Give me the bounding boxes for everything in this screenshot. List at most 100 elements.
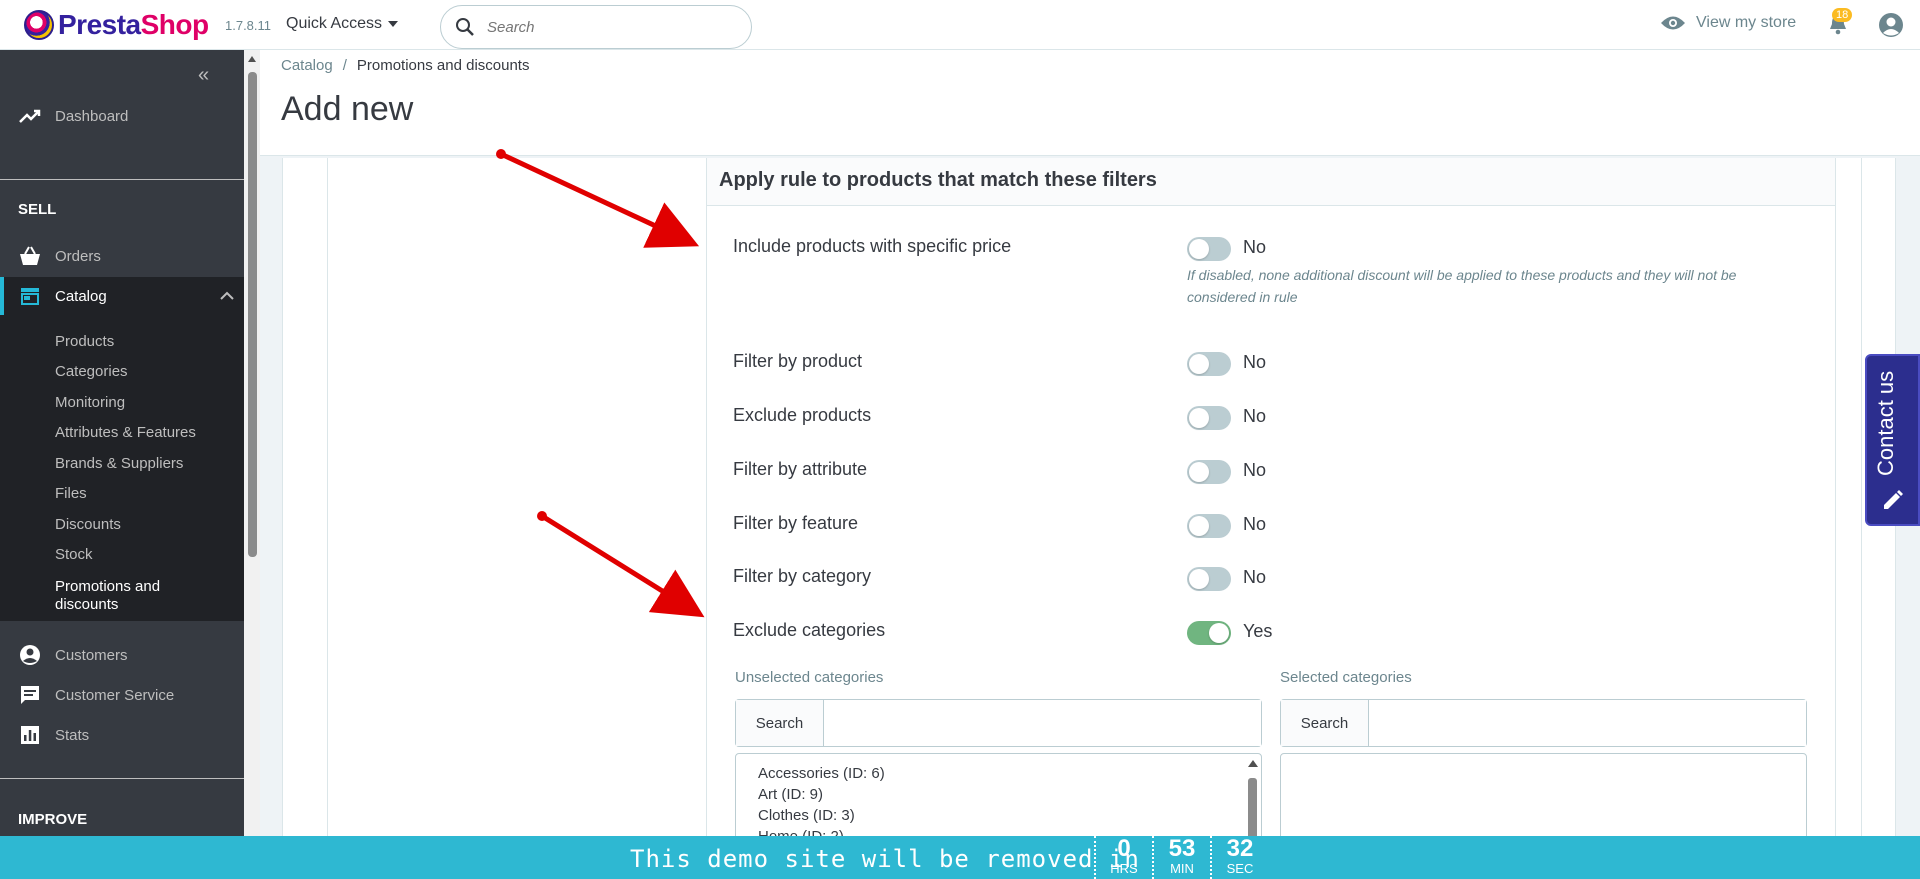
submenu-item-categories[interactable]: Categories bbox=[55, 363, 235, 381]
collapse-sidebar-icon[interactable]: « bbox=[198, 64, 209, 87]
sidebar-item-label: Customers bbox=[55, 646, 128, 664]
toggle-state: No bbox=[1243, 352, 1267, 372]
exclude-products-toggle[interactable] bbox=[1187, 406, 1231, 430]
selected-categories-label: Selected categories bbox=[1280, 669, 1412, 686]
filter-label: Exclude categories bbox=[733, 620, 886, 640]
filter-by-product-toggle[interactable] bbox=[1187, 352, 1231, 376]
basket-icon bbox=[18, 244, 42, 268]
hours-value: 0 bbox=[1117, 835, 1131, 862]
hours-unit: HRS bbox=[1110, 861, 1138, 876]
banner-text: This demo site will be removed in bbox=[630, 845, 1140, 873]
eye-icon bbox=[1661, 16, 1685, 30]
sidebar-item-orders[interactable]: Orders bbox=[0, 243, 244, 269]
filter-label: Filter by feature bbox=[733, 513, 859, 533]
help-text: If disabled, none additional discount wi… bbox=[1187, 267, 1737, 305]
unselected-search-input[interactable] bbox=[824, 700, 1261, 746]
minutes-unit: MIN bbox=[1170, 861, 1194, 876]
user-avatar-icon[interactable] bbox=[1878, 12, 1904, 38]
list-item[interactable]: Art (ID: 9) bbox=[758, 786, 823, 803]
filter-by-attribute-toggle[interactable] bbox=[1187, 460, 1231, 484]
toggle-state: No bbox=[1243, 406, 1267, 426]
filter-label: Filter by attribute bbox=[733, 459, 868, 479]
submenu-item-brands-suppliers[interactable]: Brands & Suppliers bbox=[55, 455, 235, 473]
page-header: Catalog / Promotions and discounts Add n… bbox=[260, 50, 1920, 156]
sidebar-item-stats[interactable]: Stats bbox=[0, 722, 244, 748]
account-circle-icon bbox=[18, 643, 42, 667]
view-store-label: View my store bbox=[1696, 14, 1797, 31]
filter-label: Filter by product bbox=[733, 351, 863, 371]
top-header: PrestaShop 1.7.8.11 Quick Access View my… bbox=[0, 0, 1920, 50]
trending-up-icon bbox=[18, 104, 42, 128]
contact-us-label: Contact us bbox=[1873, 370, 1898, 476]
sidebar-section-improve: IMPROVE bbox=[18, 811, 88, 828]
header-search[interactable] bbox=[440, 5, 752, 49]
contact-us-button[interactable]: Contact us bbox=[1865, 354, 1920, 526]
exclude-categories-toggle[interactable] bbox=[1187, 621, 1231, 645]
store-icon bbox=[18, 284, 42, 308]
panel-border bbox=[327, 158, 328, 858]
countdown-minutes: 53 MIN bbox=[1152, 836, 1210, 879]
quick-access-label: Quick Access bbox=[286, 15, 383, 32]
filters-panel-title: Apply rule to products that match these … bbox=[707, 158, 1835, 206]
page-title: Add new bbox=[281, 90, 414, 128]
logo-text: PrestaShop bbox=[58, 9, 209, 40]
search-addon: Search bbox=[1281, 700, 1369, 746]
submenu-item-files[interactable]: Files bbox=[55, 485, 235, 503]
search-input[interactable] bbox=[487, 18, 727, 36]
unselected-search-group: Search bbox=[735, 699, 1262, 747]
filter-label: Filter by category bbox=[733, 566, 872, 586]
notification-badge: 18 bbox=[1832, 8, 1853, 22]
sidebar-item-label: Catalog bbox=[55, 287, 107, 305]
panel-border bbox=[1861, 158, 1862, 858]
filter-by-feature-toggle[interactable] bbox=[1187, 514, 1231, 538]
search-icon bbox=[456, 18, 474, 36]
version-label: 1.7.8.11 bbox=[225, 18, 272, 33]
minutes-value: 53 bbox=[1168, 835, 1196, 862]
sidebar-item-customers[interactable]: Customers bbox=[0, 642, 244, 668]
list-item[interactable]: Clothes (ID: 3) bbox=[758, 807, 855, 824]
submenu-item-monitoring[interactable]: Monitoring bbox=[55, 394, 235, 412]
caret-down-icon bbox=[388, 21, 399, 27]
list-item[interactable]: Accessories (ID: 6) bbox=[758, 765, 885, 782]
scroll-up-arrow-icon[interactable] bbox=[1248, 760, 1258, 767]
sidebar-item-customer-service[interactable]: Customer Service bbox=[0, 682, 244, 708]
submenu-item-products[interactable]: Products bbox=[55, 333, 235, 351]
quick-access-dropdown[interactable]: Quick Access bbox=[286, 15, 399, 33]
selected-search-input[interactable] bbox=[1369, 700, 1806, 746]
pencil-icon bbox=[1884, 490, 1903, 509]
toggle-state: No bbox=[1243, 567, 1267, 587]
breadcrumb-current: Promotions and discounts bbox=[356, 57, 530, 74]
breadcrumb: Catalog / Promotions and discounts bbox=[281, 57, 529, 74]
sidebar-divider bbox=[0, 778, 244, 779]
specific-price-toggle[interactable] bbox=[1187, 237, 1231, 261]
sidebar-item-catalog[interactable]: Catalog bbox=[0, 277, 244, 315]
submenu-item-promotions-discounts[interactable]: Promotions and discounts bbox=[55, 578, 185, 614]
scroll-up-arrow-icon[interactable] bbox=[248, 56, 256, 62]
sidebar-item-label: Stats bbox=[55, 726, 90, 744]
sidebar-scrollbar[interactable] bbox=[244, 50, 260, 836]
prestashop-logo[interactable]: PrestaShop bbox=[24, 9, 209, 41]
submenu-item-discounts[interactable]: Discounts bbox=[55, 516, 235, 534]
catalog-submenu: Products Categories Monitoring Attribute… bbox=[0, 315, 244, 621]
unselected-categories-label: Unselected categories bbox=[735, 669, 884, 686]
view-my-store-link[interactable]: View my store bbox=[1660, 14, 1796, 32]
sidebar-item-label: Dashboard bbox=[55, 107, 129, 125]
scrollbar-thumb[interactable] bbox=[248, 72, 257, 557]
sidebar-item-dashboard[interactable]: Dashboard bbox=[0, 103, 244, 129]
seconds-value: 32 bbox=[1226, 835, 1254, 862]
main-content: Catalog / Promotions and discounts Add n… bbox=[260, 50, 1920, 873]
bar-chart-icon bbox=[18, 723, 42, 747]
filters-panel: Apply rule to products that match these … bbox=[706, 158, 1836, 873]
sidebar-section-sell: SELL bbox=[18, 201, 57, 218]
demo-countdown-banner: This demo site will be removed in 0 HRS … bbox=[0, 836, 1920, 879]
countdown-hours: 0 HRS bbox=[1094, 836, 1152, 879]
submenu-item-attributes-features[interactable]: Attributes & Features bbox=[55, 424, 235, 442]
filter-by-category-toggle[interactable] bbox=[1187, 567, 1231, 591]
sidebar: « Dashboard SELL Orders Catalog Products… bbox=[0, 50, 244, 836]
breadcrumb-catalog-link[interactable]: Catalog bbox=[281, 57, 333, 74]
submenu-item-stock[interactable]: Stock bbox=[55, 546, 235, 564]
filter-label: Exclude products bbox=[733, 405, 872, 425]
toggle-state: No bbox=[1243, 237, 1267, 257]
countdown-seconds: 32 SEC bbox=[1210, 836, 1268, 879]
search-addon: Search bbox=[736, 700, 824, 746]
